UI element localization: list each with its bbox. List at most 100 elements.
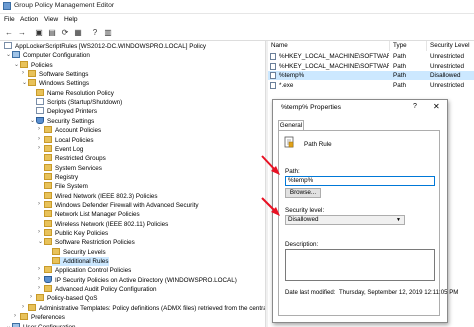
tree-node[interactable]: Software Restriction Policies bbox=[44, 238, 135, 247]
shield-icon bbox=[36, 116, 44, 124]
list-row[interactable]: *.exe Path Unrestricted bbox=[268, 81, 474, 90]
tree-node[interactable]: Security Settings bbox=[36, 116, 94, 126]
column-header-security-level[interactable]: Security Level bbox=[427, 41, 474, 51]
show-hide-tree-icon[interactable]: ▤ bbox=[47, 28, 57, 38]
expand-toggle-icon[interactable]: ⌄ bbox=[6, 323, 11, 327]
tree-node[interactable]: Wireless Network (IEEE 802.11) Policies bbox=[44, 219, 168, 229]
tree-node[interactable]: Application Control Policies bbox=[44, 266, 131, 275]
column-header-name[interactable]: Name bbox=[268, 41, 390, 51]
expand-toggle-icon[interactable]: › bbox=[38, 136, 40, 142]
list-row[interactable]: %HKEY_LOCAL_MACHINE\SOFTWARE\... Path Unre… bbox=[268, 62, 474, 71]
expand-toggle-icon[interactable]: › bbox=[38, 145, 40, 151]
security-level-select[interactable]: Disallowed ▼ bbox=[285, 215, 405, 225]
folder-icon bbox=[44, 135, 52, 143]
menu-file[interactable]: File bbox=[4, 16, 15, 23]
rule-security-level: Unrestricted bbox=[430, 62, 464, 70]
tree-node[interactable]: Policy-based QoS bbox=[36, 294, 97, 303]
folder-icon bbox=[44, 154, 52, 162]
column-header-type[interactable]: Type bbox=[390, 41, 427, 51]
path-input[interactable]: %temp% bbox=[285, 176, 435, 186]
tree-node[interactable]: Advanced Audit Policy Configuration bbox=[44, 285, 157, 294]
tree-node[interactable]: Preferences bbox=[20, 313, 65, 322]
expand-toggle-icon[interactable]: › bbox=[38, 276, 40, 282]
expand-toggle-icon[interactable]: › bbox=[38, 126, 40, 132]
tree-node[interactable]: Scripts (Startup/Shutdown) bbox=[36, 98, 122, 107]
back-arrow-icon[interactable]: ← bbox=[4, 28, 14, 38]
console-tree[interactable]: AppLockerScriptRules [WS2012-DC.WINDOWSP… bbox=[0, 41, 265, 327]
export-list-icon[interactable]: ▦ bbox=[73, 28, 83, 38]
tree-node[interactable]: Local Policies bbox=[44, 135, 94, 145]
folder-icon bbox=[36, 294, 44, 302]
tree-node[interactable]: Windows Settings bbox=[28, 79, 89, 88]
description-input[interactable] bbox=[285, 249, 435, 281]
window-title: Group Policy Management Editor bbox=[14, 2, 115, 9]
folder-icon bbox=[28, 79, 36, 87]
help-icon[interactable]: ? bbox=[90, 28, 100, 38]
tree-node[interactable]: Windows Defender Firewall with Advanced … bbox=[44, 200, 199, 210]
date-modified-label: Date last modified: bbox=[285, 289, 336, 296]
tree-node[interactable]: File System bbox=[44, 182, 88, 191]
path-label: Path: bbox=[285, 168, 300, 175]
expand-toggle-icon[interactable]: › bbox=[38, 285, 40, 291]
tree-node-label: IP Security Policies on Active Directory… bbox=[55, 276, 237, 284]
folder-icon bbox=[44, 172, 52, 180]
tree-node[interactable]: IP Security Policies on Active Directory… bbox=[44, 275, 237, 285]
tree-node[interactable]: AppLockerScriptRules [WS2012-DC.WINDOWSP… bbox=[4, 42, 206, 51]
tree-node[interactable]: Security Levels bbox=[52, 247, 106, 257]
tree-node-label: Wired Network (IEEE 802.3) Policies bbox=[55, 192, 158, 200]
expand-toggle-icon[interactable]: › bbox=[30, 294, 32, 300]
tree-node[interactable]: Computer Configuration bbox=[12, 51, 90, 60]
expand-toggle-icon[interactable]: › bbox=[38, 266, 40, 272]
close-button[interactable]: ✕ bbox=[433, 102, 440, 111]
expand-toggle-icon[interactable]: ⌄ bbox=[22, 79, 27, 86]
folder-icon bbox=[44, 126, 52, 134]
list-row[interactable]: %temp% Path Disallowed bbox=[268, 71, 474, 80]
tree-node[interactable]: Restricted Groups bbox=[44, 154, 106, 163]
tree-node[interactable]: Administrative Templates: Policy definit… bbox=[28, 303, 265, 313]
tree-node[interactable]: Software Settings bbox=[28, 70, 88, 79]
tree-node-label: Scripts (Startup/Shutdown) bbox=[47, 99, 123, 107]
tree-node[interactable]: Network List Manager Policies bbox=[44, 210, 140, 219]
expand-toggle-icon[interactable]: › bbox=[38, 201, 40, 207]
expand-toggle-icon[interactable]: › bbox=[38, 229, 40, 235]
tree-node-label: Computer Configuration bbox=[23, 52, 90, 60]
tree-node-label: AppLockerScriptRules [WS2012-DC.WINDOWSP… bbox=[15, 43, 207, 50]
menu-action[interactable]: Action bbox=[20, 16, 38, 23]
expand-toggle-icon[interactable]: ⌄ bbox=[30, 117, 35, 124]
browse-button[interactable]: Browse... bbox=[285, 188, 321, 198]
tree-node[interactable]: Account Policies bbox=[44, 126, 101, 135]
folder-icon bbox=[44, 200, 52, 208]
tree-node[interactable]: Wired Network (IEEE 802.3) Policies bbox=[44, 191, 158, 201]
tree-node[interactable]: Public Key Policies bbox=[44, 229, 108, 238]
rule-type: Path bbox=[393, 81, 406, 89]
list-row[interactable]: %HKEY_LOCAL_MACHINE\SOFTWARE\... Path Unre… bbox=[268, 52, 474, 61]
help-button[interactable]: ? bbox=[413, 103, 417, 110]
tree-node[interactable]: Deployed Printers bbox=[36, 107, 97, 116]
tree-node[interactable]: Additional Rules bbox=[52, 257, 109, 267]
menu-help[interactable]: Help bbox=[64, 16, 78, 23]
folder-icon bbox=[44, 144, 52, 152]
tree-node[interactable]: User Configuration bbox=[12, 322, 76, 327]
expand-toggle-icon[interactable]: › bbox=[14, 313, 16, 319]
forward-arrow-icon[interactable]: → bbox=[17, 28, 27, 38]
folder-up-icon[interactable]: ▣ bbox=[34, 28, 44, 38]
expand-toggle-icon[interactable]: ⌄ bbox=[6, 51, 11, 58]
tree-node[interactable]: Event Log bbox=[44, 144, 83, 154]
expand-toggle-icon[interactable]: › bbox=[22, 304, 24, 310]
tab-general[interactable]: General bbox=[278, 120, 304, 130]
menu-view[interactable]: View bbox=[44, 16, 58, 23]
rule-name: %HKEY_LOCAL_MACHINE\SOFTWARE\... bbox=[279, 62, 389, 70]
folder-icon bbox=[44, 191, 52, 199]
tree-node-label: User Configuration bbox=[23, 323, 76, 327]
refresh-icon[interactable]: ⟳ bbox=[60, 28, 70, 38]
tree-node[interactable]: Registry bbox=[44, 172, 78, 182]
document-icon bbox=[36, 107, 44, 115]
tree-node[interactable]: System Services bbox=[44, 163, 102, 173]
properties-icon[interactable]: ▥ bbox=[103, 28, 113, 38]
tree-node[interactable]: Name Resolution Policy bbox=[36, 88, 114, 98]
rule-type-label: Path Rule bbox=[304, 141, 332, 148]
expand-toggle-icon[interactable]: › bbox=[22, 70, 24, 76]
expand-toggle-icon[interactable]: ⌄ bbox=[38, 238, 43, 245]
tree-node[interactable]: Policies bbox=[20, 60, 53, 70]
expand-toggle-icon[interactable]: ⌄ bbox=[14, 61, 19, 68]
